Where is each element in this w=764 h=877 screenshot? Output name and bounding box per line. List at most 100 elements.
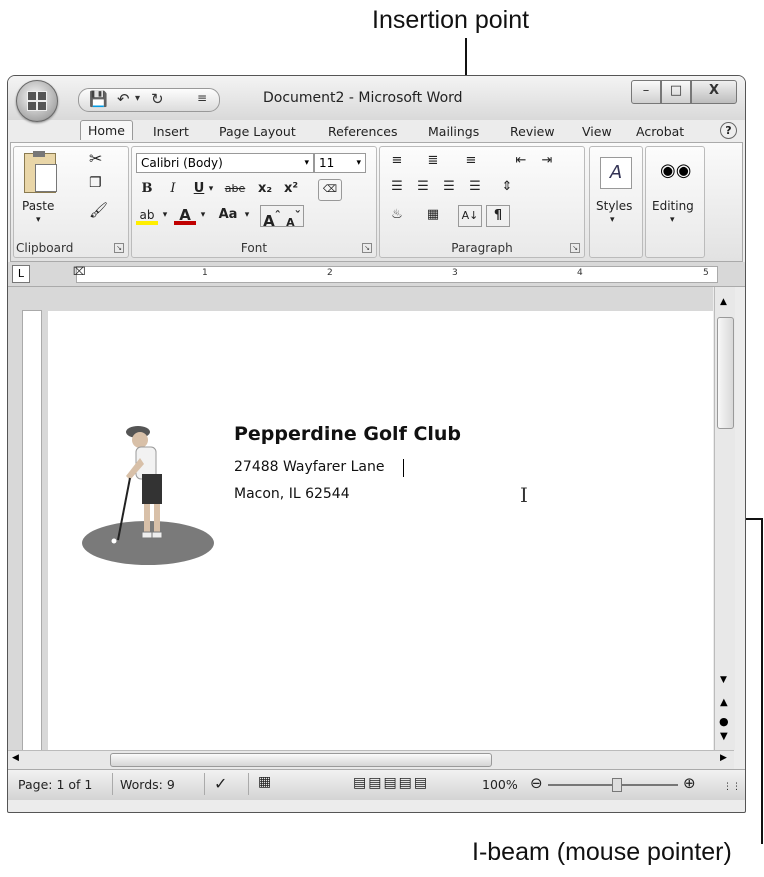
ibeam-cursor-icon: I <box>520 483 528 507</box>
redo-icon[interactable]: ↻ <box>151 90 164 108</box>
resize-grip-icon[interactable]: ⋮⋮ <box>723 782 741 792</box>
address-line-2: Macon, IL 62544 <box>234 486 350 502</box>
shading-icon[interactable]: ♨ <box>386 205 408 225</box>
office-button[interactable] <box>16 80 58 122</box>
styles-group[interactable]: A Styles ▾ <box>589 146 643 258</box>
grow-font-button[interactable]: Aˆ Aˇ <box>260 205 304 230</box>
ruler-number: 4 <box>577 268 583 278</box>
font-name-select[interactable]: Calibri (Body) ▾ <box>136 153 314 173</box>
vertical-ruler <box>22 310 42 752</box>
change-case-button[interactable]: Aa <box>214 205 242 225</box>
document-page[interactable]: Pepperdine Golf Club 27488 Wayfarer Lane… <box>48 311 713 771</box>
font-color-dropdown-icon[interactable]: ▾ <box>198 205 208 225</box>
next-page-icon[interactable]: ▼ <box>720 731 728 742</box>
minimize-button[interactable]: – <box>631 80 661 104</box>
sort-icon[interactable]: A↓ <box>458 205 482 227</box>
tab-acrobat[interactable]: Acrobat <box>636 124 684 139</box>
subscript-button[interactable]: x₂ <box>254 179 276 199</box>
zoom-in-icon[interactable]: ⊕ <box>683 774 696 792</box>
tab-selector[interactable]: L <box>12 265 30 283</box>
ribbon: Paste ▾ ✂ ❐ 🖌 Clipboard ↘ Calibri (Body)… <box>10 142 743 262</box>
tab-page-layout[interactable]: Page Layout <box>219 124 296 139</box>
align-left-icon[interactable]: ☰ <box>386 177 408 197</box>
paragraph-group: ≡ ≣ ≡ ⇤ ⇥ ☰ ☰ ☰ ☰ ⇕ ♨ ▦ A↓ ¶ Paragraph ↘ <box>379 146 585 258</box>
window-title: Document2 - Microsoft Word <box>263 90 463 106</box>
previous-page-icon[interactable]: ▲ <box>720 697 728 708</box>
tab-review[interactable]: Review <box>510 124 555 139</box>
vertical-scrollbar[interactable]: ▲ ▼ ▲ ● ▼ <box>714 287 735 750</box>
macro-icon[interactable]: ▦ <box>258 774 271 790</box>
strikethrough-button[interactable]: abe <box>220 179 250 199</box>
align-center-icon[interactable]: ☰ <box>412 177 434 197</box>
save-icon[interactable]: 💾 <box>89 90 108 108</box>
view-buttons[interactable]: ▤▤▤▤▤ <box>353 775 429 791</box>
change-case-dropdown-icon[interactable]: ▾ <box>242 205 252 225</box>
tab-insert[interactable]: Insert <box>153 124 189 139</box>
font-launcher-icon[interactable]: ↘ <box>362 243 372 253</box>
word-count[interactable]: Words: 9 <box>120 777 175 792</box>
show-marks-button[interactable]: ¶ <box>486 205 510 227</box>
horizontal-scrollbar[interactable]: ◀ ▶ <box>8 750 734 769</box>
cut-icon[interactable]: ✂ <box>89 149 102 168</box>
undo-icon[interactable]: ↶ <box>117 90 130 108</box>
align-right-icon[interactable]: ☰ <box>438 177 460 197</box>
text-highlight-icon[interactable]: ab <box>136 205 158 225</box>
proofing-icon[interactable]: ✓ <box>214 774 227 793</box>
copy-icon[interactable]: ❐ <box>89 175 102 191</box>
select-browse-object-icon[interactable]: ● <box>719 715 729 728</box>
vertical-scroll-thumb[interactable] <box>717 317 734 429</box>
word-window: 💾 ↶ ▾ ↻ ≡ Document2 - Microsoft Word – □… <box>7 75 746 813</box>
tab-references[interactable]: References <box>328 124 397 139</box>
paste-dropdown-icon[interactable]: ▾ <box>36 215 41 225</box>
clipboard-launcher-icon[interactable]: ↘ <box>114 243 124 253</box>
numbering-icon[interactable]: ≣ <box>422 151 444 171</box>
bullets-icon[interactable]: ≡ <box>386 151 408 171</box>
justify-icon[interactable]: ☰ <box>464 177 486 197</box>
scroll-up-icon[interactable]: ▲ <box>720 297 727 307</box>
clipboard-group: Paste ▾ ✂ ❐ 🖌 Clipboard ↘ <box>13 146 129 258</box>
customize-qat-icon[interactable]: ≡ <box>197 91 207 105</box>
line-spacing-icon[interactable]: ⇕ <box>496 177 518 197</box>
decrease-indent-icon[interactable]: ⇤ <box>510 151 532 171</box>
paragraph-launcher-icon[interactable]: ↘ <box>570 243 580 253</box>
multilevel-list-icon[interactable]: ≡ <box>460 151 482 171</box>
horizontal-ruler: L 1 2 3 4 5 ⌧ <box>8 262 745 287</box>
indent-marker-icon[interactable]: ⌧ <box>73 265 86 278</box>
increase-indent-icon[interactable]: ⇥ <box>536 151 558 171</box>
styles-button: Styles <box>596 199 633 213</box>
undo-dropdown-icon[interactable]: ▾ <box>135 93 140 104</box>
zoom-out-icon[interactable]: ⊖ <box>530 774 543 792</box>
maximize-button[interactable]: □ <box>661 80 691 104</box>
underline-dropdown-icon[interactable]: ▾ <box>206 179 216 199</box>
scroll-left-icon[interactable]: ◀ <box>12 753 19 763</box>
company-name: Pepperdine Golf Club <box>234 423 462 445</box>
scroll-right-icon[interactable]: ▶ <box>720 753 727 763</box>
tab-home[interactable]: Home <box>80 120 133 140</box>
zoom-level[interactable]: 100% <box>482 777 518 792</box>
quick-access-toolbar: 💾 ↶ ▾ ↻ ≡ <box>78 88 220 112</box>
tab-view[interactable]: View <box>582 124 612 139</box>
scroll-down-icon[interactable]: ▼ <box>720 675 727 685</box>
page-count[interactable]: Page: 1 of 1 <box>18 777 92 792</box>
clear-formatting-icon[interactable]: ⌫ <box>318 179 342 201</box>
highlight-dropdown-icon[interactable]: ▾ <box>160 205 170 225</box>
borders-icon[interactable]: ▦ <box>422 205 444 225</box>
styles-icon: A <box>600 157 632 189</box>
tab-mailings[interactable]: Mailings <box>428 124 479 139</box>
font-size-select[interactable]: 11 ▾ <box>314 153 366 173</box>
bold-button[interactable]: B <box>136 179 158 199</box>
font-color-icon[interactable]: A <box>174 205 196 225</box>
paste-icon[interactable] <box>24 151 57 193</box>
italic-button[interactable]: I <box>162 179 184 199</box>
ribbon-tabs: Home Insert Page Layout References Maili… <box>8 120 745 142</box>
close-button[interactable]: X <box>691 80 737 104</box>
format-painter-icon[interactable]: 🖌 <box>89 201 108 219</box>
ruler-scale[interactable]: 1 2 3 4 5 ⌧ <box>73 265 718 283</box>
paste-button[interactable]: Paste <box>22 199 54 213</box>
zoom-slider-handle[interactable] <box>612 778 622 792</box>
editing-group[interactable]: ◉◉ Editing ▾ <box>645 146 705 258</box>
help-icon[interactable]: ? <box>720 122 737 139</box>
horizontal-scroll-thumb[interactable] <box>110 753 492 767</box>
superscript-button[interactable]: x² <box>280 179 302 199</box>
shrink-font-label: A <box>286 216 295 229</box>
